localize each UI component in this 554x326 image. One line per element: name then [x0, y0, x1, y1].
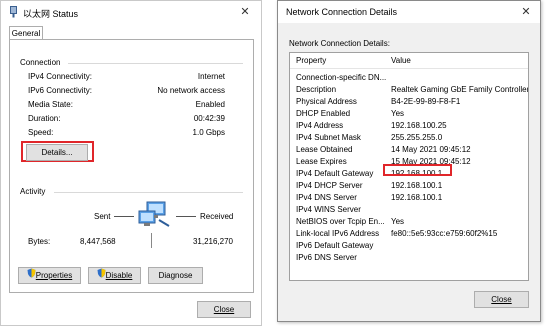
- table-row[interactable]: IPv4 DNS Server 192.168.100.1: [290, 193, 528, 203]
- ethernet-status-window: 以太网 Status ✕ General Connection IPv4 Con…: [0, 0, 262, 326]
- properties-button[interactable]: Properties: [18, 267, 81, 284]
- diagnose-button[interactable]: Diagnose: [148, 267, 203, 284]
- table-row[interactable]: IPv4 Address 192.168.100.25: [290, 121, 528, 131]
- value-cell: fe80::5e5:93cc:e759:60f2%15: [391, 229, 498, 238]
- sent-label: Sent: [94, 212, 111, 221]
- network-details-window: Network Connection Details ✕ Network Con…: [277, 0, 541, 322]
- sent-line: [114, 216, 134, 217]
- speed-label: Speed:: [28, 128, 54, 137]
- gateway-highlight: [383, 164, 452, 176]
- connection-divider: [68, 63, 243, 64]
- column-header-value[interactable]: Value: [391, 56, 411, 65]
- table-row[interactable]: IPv4 DHCP Server 192.168.100.1: [290, 181, 528, 191]
- property-cell: IPv4 DNS Server: [296, 193, 357, 202]
- details-titlebar: Network Connection Details ✕: [278, 1, 540, 23]
- listview-header: Property Value: [290, 53, 528, 69]
- details-close-button[interactable]: Close: [474, 291, 529, 308]
- property-cell: Lease Expires: [296, 157, 347, 166]
- details-section-label-text: Network Connection Details:: [289, 39, 390, 48]
- table-row[interactable]: Link-local IPv6 Address fe80::5e5:93cc:e7…: [290, 229, 528, 239]
- value-cell: Realtek Gaming GbE Family Controller: [391, 85, 529, 94]
- property-cell: IPv4 Address: [296, 121, 344, 130]
- activity-header: Activity: [20, 187, 46, 196]
- shield-icon: [97, 268, 106, 283]
- property-cell: Connection-specific DN...: [296, 73, 386, 82]
- property-cell: IPv4 WINS Server: [296, 205, 361, 214]
- properties-button-label: Properties: [35, 271, 73, 280]
- disable-button[interactable]: Disable: [88, 267, 141, 284]
- value-cell: 192.168.100.25: [391, 121, 447, 130]
- table-row[interactable]: Physical Address B4-2E-99-89-F8-F1: [290, 97, 528, 107]
- duration-value: 00:42:39: [193, 114, 225, 123]
- property-cell: IPv4 Subnet Mask: [296, 133, 361, 142]
- status-close-button[interactable]: Close: [197, 301, 251, 318]
- ipv4-connectivity-value: Internet: [197, 72, 225, 81]
- disable-button-label: Disable: [105, 271, 133, 280]
- activity-divider: [54, 192, 243, 193]
- ipv6-connectivity-label: IPv6 Connectivity:: [28, 86, 93, 95]
- value-cell: 255.255.255.0: [391, 133, 443, 142]
- shield-icon: [27, 268, 36, 283]
- table-row[interactable]: IPv6 DNS Server: [290, 253, 528, 263]
- ipv6-connectivity-value: No network access: [157, 86, 225, 95]
- details-close-icon[interactable]: ✕: [518, 4, 534, 20]
- network-adapter-icon: [9, 6, 18, 20]
- received-label: Received: [200, 212, 234, 221]
- details-section-label: Network Connection Details:: [289, 39, 390, 48]
- value-cell: B4-2E-99-89-F8-F1: [391, 97, 461, 106]
- details-window-title: Network Connection Details: [286, 7, 398, 17]
- property-cell: DHCP Enabled: [296, 109, 351, 118]
- media-state-value: Enabled: [195, 100, 225, 109]
- property-cell: IPv4 Default Gateway: [296, 169, 374, 178]
- diagnose-button-label: Diagnose: [158, 271, 193, 280]
- column-header-property[interactable]: Property: [296, 56, 386, 65]
- value-cell: Yes: [391, 217, 405, 226]
- status-window-title: 以太网 Status: [23, 9, 79, 19]
- property-cell: IPv4 DHCP Server: [296, 181, 363, 190]
- speed-value: 1.0 Gbps: [192, 128, 225, 137]
- table-row[interactable]: IPv6 Default Gateway: [290, 241, 528, 251]
- media-state-label: Media State:: [28, 100, 73, 109]
- table-row[interactable]: Description Realtek Gaming GbE Family Con…: [290, 85, 528, 95]
- value-cell: 14 May 2021 09:45:12: [391, 145, 471, 154]
- status-titlebar: 以太网 Status ✕: [1, 1, 261, 23]
- value-cell: 192.168.100.1: [391, 193, 443, 202]
- property-cell: IPv6 Default Gateway: [296, 241, 374, 250]
- general-panel: Connection IPv4 Connectivity: Internet I…: [9, 39, 254, 293]
- value-cell: Yes: [391, 109, 405, 118]
- ipv4-connectivity-label: IPv4 Connectivity:: [28, 72, 93, 81]
- property-cell: NetBIOS over Tcpip En...: [296, 217, 385, 226]
- bytes-label: Bytes:: [28, 237, 51, 246]
- received-line: [176, 216, 196, 217]
- value-cell: 192.168.100.1: [391, 181, 443, 190]
- table-row[interactable]: NetBIOS over Tcpip En... Yes: [290, 217, 528, 227]
- details-button-label: Details...: [41, 148, 73, 157]
- property-cell: Link-local IPv6 Address: [296, 229, 380, 238]
- bytes-sent-value: 8,447,568: [80, 237, 116, 246]
- bytes-divider: [151, 233, 152, 248]
- tab-general[interactable]: General: [9, 26, 43, 40]
- duration-label: Duration:: [28, 114, 61, 123]
- property-cell: Physical Address: [296, 97, 357, 106]
- connection-header: Connection: [20, 58, 61, 67]
- network-computers-icon: [137, 200, 173, 234]
- property-cell: Lease Obtained: [296, 145, 353, 154]
- bytes-received-value: 31,216,270: [192, 237, 233, 246]
- property-cell: IPv6 DNS Server: [296, 253, 357, 262]
- table-row[interactable]: DHCP Enabled Yes: [290, 109, 528, 119]
- table-row[interactable]: IPv4 WINS Server: [290, 205, 528, 215]
- status-close-button-label: Close: [213, 305, 235, 314]
- details-close-button-label: Close: [491, 295, 512, 304]
- table-row[interactable]: IPv4 Subnet Mask 255.255.255.0: [290, 133, 528, 143]
- table-row[interactable]: Lease Obtained 14 May 2021 09:45:12: [290, 145, 528, 155]
- property-cell: Description: [296, 85, 337, 94]
- table-row[interactable]: Connection-specific DN...: [290, 73, 528, 83]
- details-button[interactable]: Details...: [26, 144, 88, 161]
- status-close-icon[interactable]: ✕: [237, 4, 253, 20]
